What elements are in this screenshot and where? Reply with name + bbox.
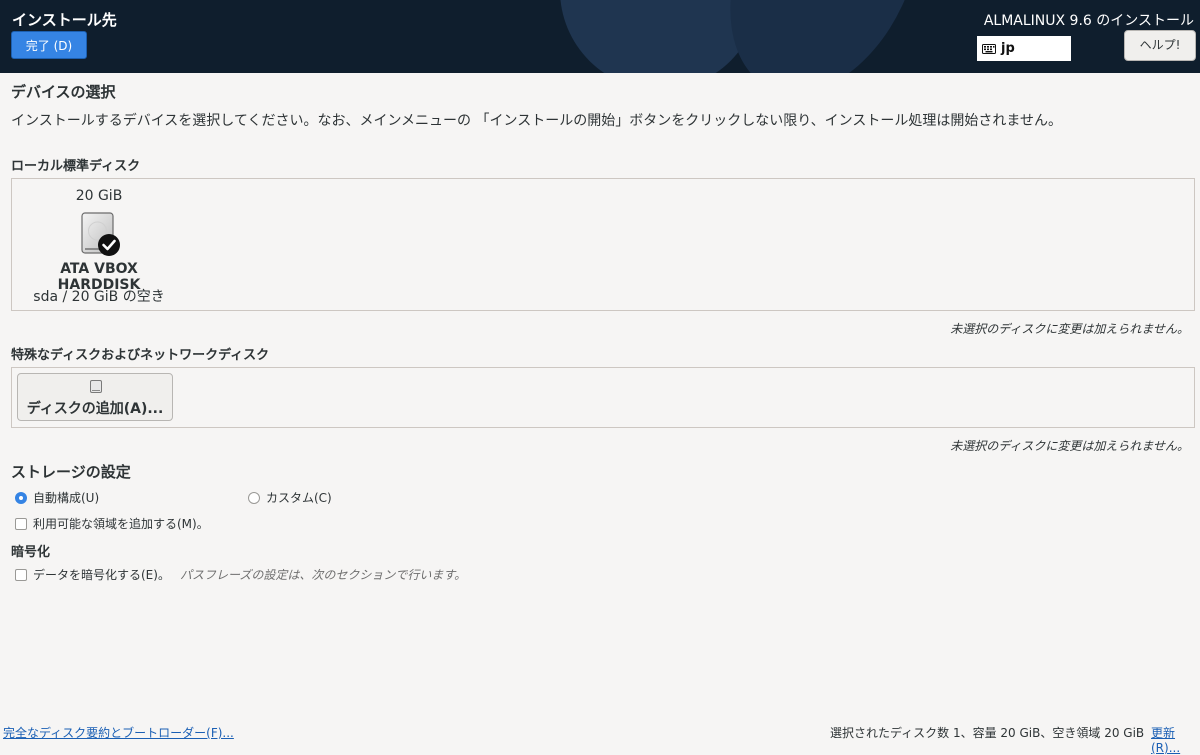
disk-free-space: sda / 20 GiB の空き <box>33 289 165 305</box>
harddisk-icon <box>90 380 102 393</box>
custom-partition-radio[interactable]: カスタム(C) <box>248 489 332 506</box>
device-selection-heading: デバイスの選択 <box>11 83 116 101</box>
add-disk-button-label: ディスクの追加(A)... <box>26 401 164 417</box>
encryption-heading: 暗号化 <box>11 545 51 560</box>
spoke-title: インストール先 <box>12 11 117 29</box>
radio-unselected-icon <box>248 491 260 504</box>
help-button[interactable]: ヘルプ! <box>1124 30 1196 61</box>
auto-partition-radio[interactable]: 自動構成(U) <box>15 489 99 506</box>
header-bar: インストール先 完了 (D) ALMALINUX 9.6 のインストール jp … <box>0 0 1200 73</box>
disk-summary-link[interactable]: 完全なディスク要約とブートローダー(F)... <box>3 724 234 741</box>
special-disks-label: 特殊なディスクおよびネットワークディスク <box>11 348 270 363</box>
disk-sda[interactable]: 20 GiB ATA VBOX HARDDISK sda / 20 GiB の空… <box>19 185 179 309</box>
keyboard-layout-label: jp <box>1001 41 1015 56</box>
local-disks-label: ローカル標準ディスク <box>11 159 141 174</box>
special-disks-panel: ディスクの追加(A)... <box>11 367 1195 428</box>
selection-status: 選択されたディスク数 1、容量 20 GiB、空き領域 20 GiB <box>830 726 1145 740</box>
local-disks-note: 未選択のディスクに変更は加えられません。 <box>950 322 1189 336</box>
local-disks-panel: 20 GiB ATA VBOX HARDDISK sda / 20 GiB の空… <box>11 178 1195 311</box>
product-title: ALMALINUX 9.6 のインストール <box>983 13 1194 29</box>
auto-partition-label: 自動構成(U) <box>33 491 100 505</box>
custom-partition-label: カスタム(C) <box>266 491 332 505</box>
header-decoration <box>693 0 957 73</box>
encrypt-data-label: データを暗号化する(E)。 <box>33 568 170 582</box>
encrypt-data-checkbox[interactable]: データを暗号化する(E)。 パスフレーズの設定は、次のセクションで行います。 <box>15 566 466 583</box>
checkbox-unchecked-icon <box>15 517 27 530</box>
device-selection-description: インストールするデバイスを選択してください。なお、メインメニューの 「インストー… <box>11 113 1062 129</box>
keyboard-layout-indicator[interactable]: jp <box>977 36 1071 61</box>
reclaim-space-label: 利用可能な領域を追加する(M)。 <box>33 517 209 531</box>
add-disk-button[interactable]: ディスクの追加(A)... <box>17 373 173 421</box>
harddisk-selected-icon <box>81 212 120 256</box>
reclaim-space-checkbox[interactable]: 利用可能な領域を追加する(M)。 <box>15 515 209 532</box>
refresh-link[interactable]: 更新(R)... <box>1151 724 1200 755</box>
checkbox-unchecked-icon <box>15 568 27 581</box>
radio-selected-icon <box>15 491 27 504</box>
done-button[interactable]: 完了 (D) <box>11 31 87 59</box>
disk-size: 20 GiB <box>75 188 123 204</box>
encryption-hint: パスフレーズの設定は、次のセクションで行います。 <box>179 568 467 582</box>
storage-config-heading: ストレージの設定 <box>11 463 131 481</box>
keyboard-icon <box>982 43 996 54</box>
special-disks-note: 未選択のディスクに変更は加えられません。 <box>950 439 1189 453</box>
